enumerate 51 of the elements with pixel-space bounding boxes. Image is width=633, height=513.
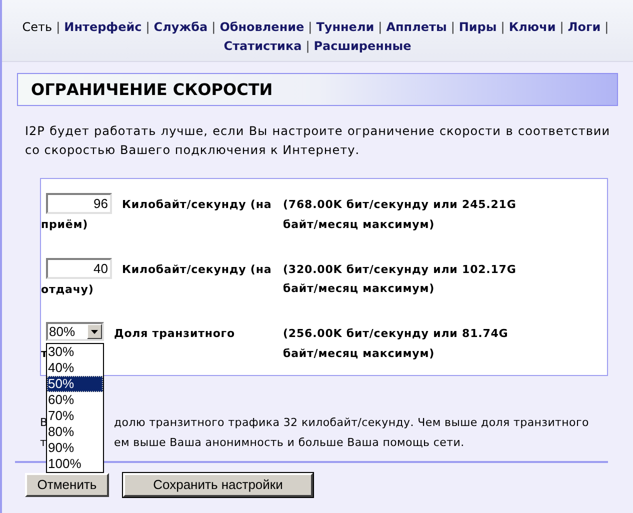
nav-separator: | [144, 19, 151, 36]
limit-info: байт/месяц максимум) [283, 216, 436, 232]
nav-link[interactable]: Ключи [508, 18, 556, 37]
dropdown-option[interactable]: 50% [47, 376, 103, 392]
nav-separator: | [604, 19, 610, 36]
limit-label: Доля транзитного [114, 326, 235, 342]
nav-link[interactable]: Расширенные [314, 37, 412, 56]
section-title: ОГРАНИЧЕНИЕ СКОРОСТИ [31, 78, 273, 100]
nav-separator: | [304, 38, 311, 55]
dropdown-option[interactable]: 70% [47, 408, 103, 424]
limit-label: отдачу) [41, 282, 94, 298]
intro-text: I2P будет работать лучше, если Вы настроите ограничение скорости в соответствии со скоростью Вашего подключения к Интернету. [25, 123, 610, 159]
nav-link[interactable]: Интерфейс [64, 18, 142, 37]
nav-separator: | [55, 19, 62, 36]
nav-link[interactable]: Туннели [316, 18, 374, 37]
limit-info: (256.00K бит/секунду или 81.74G [283, 326, 508, 342]
dropdown-option[interactable]: 30% [47, 344, 103, 360]
dropdown-option[interactable]: 40% [47, 360, 103, 376]
nav-separator: | [210, 19, 217, 36]
share-select[interactable]: 80% [46, 322, 104, 341]
speed-input[interactable]: 96 [46, 193, 112, 214]
dropdown-option[interactable]: 60% [47, 392, 103, 408]
nav-link[interactable]: Логи [568, 18, 601, 37]
limit-label: Килобайт/секунду (на [122, 262, 272, 278]
note-text: ем выше Ваша анонимность и больше Ваша помощь сети. [114, 435, 464, 451]
limit-info: байт/месяц максимум) [283, 346, 436, 362]
nav-link[interactable]: Служба [154, 18, 208, 37]
nav-link[interactable]: Апплеты [386, 18, 447, 37]
limit-label: Килобайт/секунду (на [122, 197, 272, 213]
limit-label: приём) [41, 217, 88, 233]
speed-input[interactable]: 40 [46, 258, 112, 278]
nav-separator: | [377, 19, 384, 36]
nav-link[interactable]: Обновление [220, 18, 304, 37]
nav-link[interactable]: Статистика [224, 37, 302, 56]
save-button[interactable]: Сохранить настройки [123, 473, 313, 497]
limit-info: (320.00K бит/секунду или 102.17G [283, 262, 516, 278]
nav-separator: | [558, 19, 565, 36]
dropdown-option[interactable]: 90% [47, 440, 103, 456]
dropdown-option[interactable]: 100% [47, 456, 103, 472]
nav-separator: | [450, 19, 456, 36]
nav-link[interactable]: Пиры [458, 18, 497, 37]
cancel-button[interactable]: Отменить [25, 473, 109, 497]
limit-info: (768.00K бит/секунду или 245.21G [283, 197, 516, 213]
nav-link[interactable]: Сеть [22, 18, 52, 37]
nav-separator: | [500, 19, 506, 36]
dropdown-option[interactable]: 80% [47, 424, 103, 440]
caret-icon [87, 324, 102, 339]
note-text: долю транзитного трафика 32 килобайт/секунду. Чем выше доля транзитного [114, 415, 589, 431]
nav-separator: | [307, 19, 314, 36]
note-text: т [40, 436, 47, 449]
limit-info: байт/месяц максимум) [283, 281, 436, 297]
